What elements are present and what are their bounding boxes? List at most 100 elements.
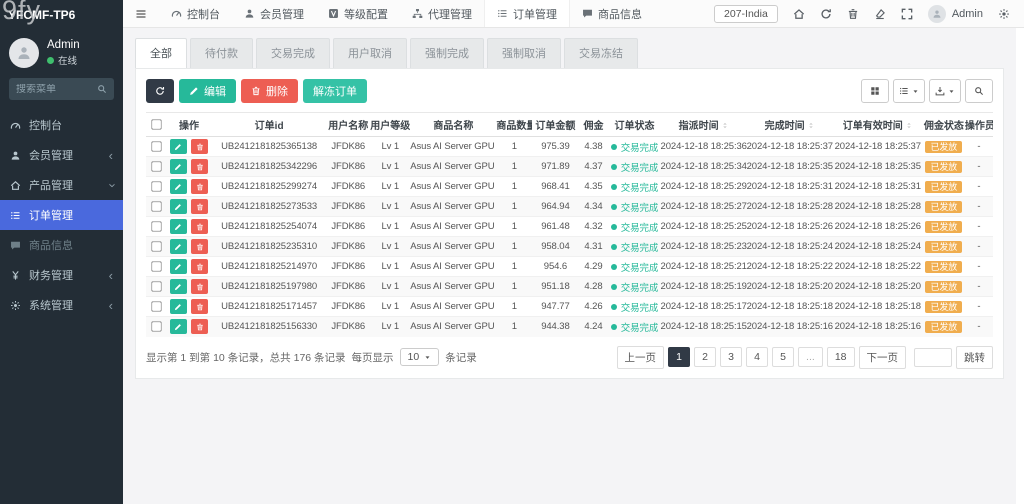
per-page-suffix: 条记录 bbox=[445, 351, 477, 364]
app-logo[interactable]: YFCMF-TP6 bbox=[0, 0, 123, 30]
row-checkbox[interactable] bbox=[150, 161, 162, 172]
cell-level: Lv 1 bbox=[370, 156, 411, 177]
page-size-select[interactable]: 10 bbox=[399, 348, 440, 366]
refresh-icon[interactable] bbox=[820, 8, 832, 20]
navbar-user[interactable]: Admin bbox=[927, 4, 983, 23]
row-checkbox[interactable] bbox=[150, 301, 162, 312]
column-header[interactable]: 完成时间 bbox=[746, 112, 833, 137]
row-edit-button[interactable] bbox=[169, 259, 187, 274]
nav-item-goods-info[interactable]: 商品信息 bbox=[570, 0, 654, 27]
row-delete-button[interactable] bbox=[191, 159, 209, 174]
delete-button[interactable]: 删除 bbox=[241, 79, 298, 103]
row-checkbox[interactable] bbox=[150, 281, 162, 292]
home-icon[interactable] bbox=[793, 8, 805, 20]
row-checkbox[interactable] bbox=[150, 241, 162, 252]
toggle-view-button[interactable] bbox=[861, 79, 889, 103]
next-page-button[interactable]: 下一页 bbox=[858, 345, 906, 369]
sidebar-item-members[interactable]: 会员管理 ‹ bbox=[0, 140, 123, 170]
page-button-4[interactable]: 4 bbox=[746, 347, 769, 367]
row-delete-button[interactable] bbox=[191, 139, 209, 154]
tab-0[interactable]: 全部 bbox=[135, 38, 187, 68]
search-icon[interactable] bbox=[97, 84, 107, 94]
tab-3[interactable]: 用户取消 bbox=[333, 38, 407, 68]
nav-item-levels[interactable]: 等级配置 bbox=[316, 0, 400, 27]
nav-item-agents[interactable]: 代理管理 bbox=[400, 0, 484, 27]
sidebar-item-system[interactable]: 系统管理 ‹ bbox=[0, 290, 123, 320]
export-button[interactable] bbox=[929, 79, 961, 103]
row-checkbox[interactable] bbox=[150, 261, 162, 272]
navbar-icon-group bbox=[793, 8, 913, 20]
search-table-button[interactable] bbox=[965, 79, 993, 103]
online-dot-icon bbox=[47, 56, 54, 64]
tab-4[interactable]: 强制完成 bbox=[410, 38, 484, 68]
sidebar-search-input[interactable] bbox=[16, 83, 97, 95]
row-edit-button[interactable] bbox=[169, 199, 187, 214]
row-edit-button[interactable] bbox=[169, 239, 187, 254]
row-edit-button[interactable] bbox=[169, 139, 187, 154]
row-edit-button[interactable] bbox=[169, 179, 187, 194]
fullscreen-icon[interactable] bbox=[901, 8, 913, 20]
column-header: 佣金 bbox=[578, 112, 609, 137]
row-edit-button[interactable] bbox=[169, 279, 187, 294]
cell-commission-status: 已发放 bbox=[922, 296, 965, 317]
page-button-18[interactable]: 18 bbox=[826, 347, 855, 367]
table-view-tools bbox=[861, 79, 993, 103]
chevron-left-icon: ‹ bbox=[108, 267, 113, 283]
row-delete-button[interactable] bbox=[191, 259, 209, 274]
sort-icon[interactable] bbox=[807, 121, 815, 130]
row-checkbox[interactable] bbox=[150, 201, 162, 212]
jump-button[interactable]: 跳转 bbox=[956, 345, 993, 369]
cell-actions bbox=[166, 156, 213, 177]
sidebar-item-orders[interactable]: 订单管理 bbox=[0, 200, 123, 230]
cell-qty: 1 bbox=[496, 176, 533, 197]
row-delete-button[interactable] bbox=[191, 179, 209, 194]
sort-icon[interactable] bbox=[905, 121, 913, 130]
page-button-5[interactable]: 5 bbox=[772, 347, 795, 367]
prev-page-button[interactable]: 上一页 bbox=[616, 345, 665, 369]
row-checkbox[interactable] bbox=[150, 141, 162, 152]
row-delete-button[interactable] bbox=[191, 299, 209, 314]
unfreeze-orders-button[interactable]: 解冻订单 bbox=[303, 79, 367, 103]
row-delete-button[interactable] bbox=[191, 279, 209, 294]
edit-button[interactable]: 编辑 bbox=[179, 79, 236, 103]
sort-icon[interactable] bbox=[721, 121, 729, 130]
sidebar-toggle-button[interactable] bbox=[123, 0, 159, 27]
trash-icon[interactable] bbox=[847, 8, 859, 20]
page-button-3[interactable]: 3 bbox=[720, 347, 743, 367]
row-checkbox[interactable] bbox=[150, 221, 162, 232]
row-delete-button[interactable] bbox=[191, 239, 209, 254]
nav-item-members[interactable]: 会员管理 bbox=[232, 0, 316, 27]
row-edit-button[interactable] bbox=[169, 219, 187, 234]
column-header[interactable]: 订单有效时间 bbox=[832, 112, 923, 137]
tab-2[interactable]: 交易完成 bbox=[256, 38, 330, 68]
region-selector[interactable]: 207-India bbox=[714, 4, 778, 23]
settings-gear-icon[interactable] bbox=[998, 8, 1010, 20]
jump-page-input[interactable] bbox=[914, 347, 952, 367]
row-delete-button[interactable] bbox=[191, 199, 209, 214]
column-header[interactable]: 指派时间 bbox=[660, 112, 747, 137]
row-edit-button[interactable] bbox=[169, 299, 187, 314]
row-delete-button[interactable] bbox=[191, 319, 209, 335]
sidebar-item-goods-info[interactable]: 商品信息 bbox=[0, 230, 123, 260]
cell-select bbox=[146, 236, 167, 257]
tab-5[interactable]: 强制取消 bbox=[487, 38, 561, 68]
columns-button[interactable] bbox=[893, 79, 925, 103]
nav-item-dashboard[interactable]: 控制台 bbox=[159, 0, 232, 27]
sidebar-item-products[interactable]: 产品管理 ‹ bbox=[0, 170, 123, 200]
row-checkbox[interactable] bbox=[150, 181, 162, 192]
row-delete-button[interactable] bbox=[191, 219, 209, 234]
sidebar-item-finance[interactable]: 财务管理 ‹ bbox=[0, 260, 123, 290]
page-button-2[interactable]: 2 bbox=[694, 347, 717, 367]
row-edit-button[interactable] bbox=[169, 159, 187, 174]
tab-6[interactable]: 交易冻结 bbox=[564, 38, 638, 68]
sidebar-item-dashboard[interactable]: 控制台 bbox=[0, 110, 123, 140]
clear-cache-icon[interactable] bbox=[874, 8, 886, 20]
tab-1[interactable]: 待付款 bbox=[190, 38, 253, 68]
refresh-button[interactable] bbox=[146, 79, 174, 103]
select-all-checkbox[interactable] bbox=[150, 119, 162, 130]
row-edit-button[interactable] bbox=[169, 319, 187, 335]
page-button-1[interactable]: 1 bbox=[668, 347, 691, 367]
cell-product: Asus AI Server GPU Server ... bbox=[410, 216, 497, 237]
row-checkbox[interactable] bbox=[150, 321, 162, 332]
nav-item-orders[interactable]: 订单管理 bbox=[484, 0, 570, 27]
